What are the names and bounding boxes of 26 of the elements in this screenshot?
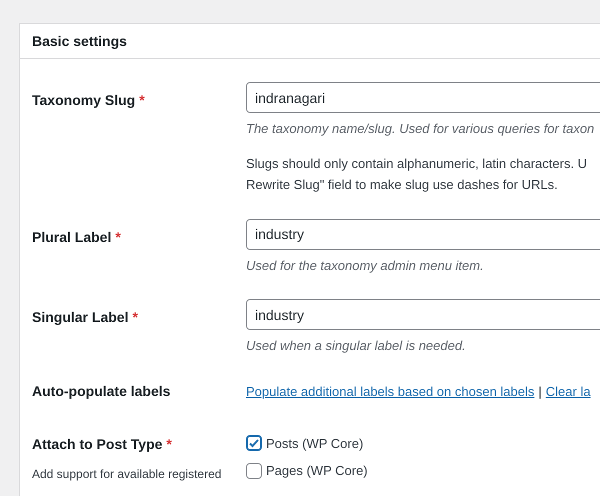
checkbox[interactable]: [246, 462, 262, 479]
field-description: Used when a singular label is needed.: [246, 337, 467, 355]
text-input[interactable]: industry: [246, 218, 600, 250]
field-help: Add support for available registered: [32, 466, 222, 482]
text-input[interactable]: indranagari: [246, 82, 600, 113]
field-note: Slugs should only contain alphanumeric, latin characters. U Rewrite Slug" field to make slug use dashes for URLs.: [246, 154, 588, 194]
field-label: Plural Label *: [32, 228, 121, 244]
checkbox[interactable]: [246, 435, 262, 452]
field-label: Attach to Post Type *: [32, 434, 173, 454]
field-description: Used for the taxonomy admin menu item.: [246, 256, 485, 275]
required-mark: *: [115, 228, 121, 244]
field-label: Singular Label *: [32, 309, 138, 325]
link-separator: |: [538, 382, 542, 401]
panel-title: Basic settings: [32, 32, 127, 51]
required-mark: *: [139, 92, 145, 108]
text-input[interactable]: industry: [246, 299, 600, 330]
populate-link[interactable]: Populate additional labels based on chosen labels: [246, 382, 534, 402]
field-label: Taxonomy Slug *: [32, 92, 145, 108]
checkbox-label: Pages (WP Core): [266, 462, 368, 480]
check-icon: [248, 437, 260, 450]
required-mark: *: [166, 436, 172, 452]
field-description: The taxonomy name/slug. Used for various queries for taxon: [246, 120, 596, 138]
required-mark: *: [132, 309, 138, 325]
field-label: Auto-populate labels: [32, 382, 170, 398]
clear-link[interactable]: Clear la: [546, 382, 591, 402]
checkbox-label: Posts (WP Core): [266, 434, 364, 453]
